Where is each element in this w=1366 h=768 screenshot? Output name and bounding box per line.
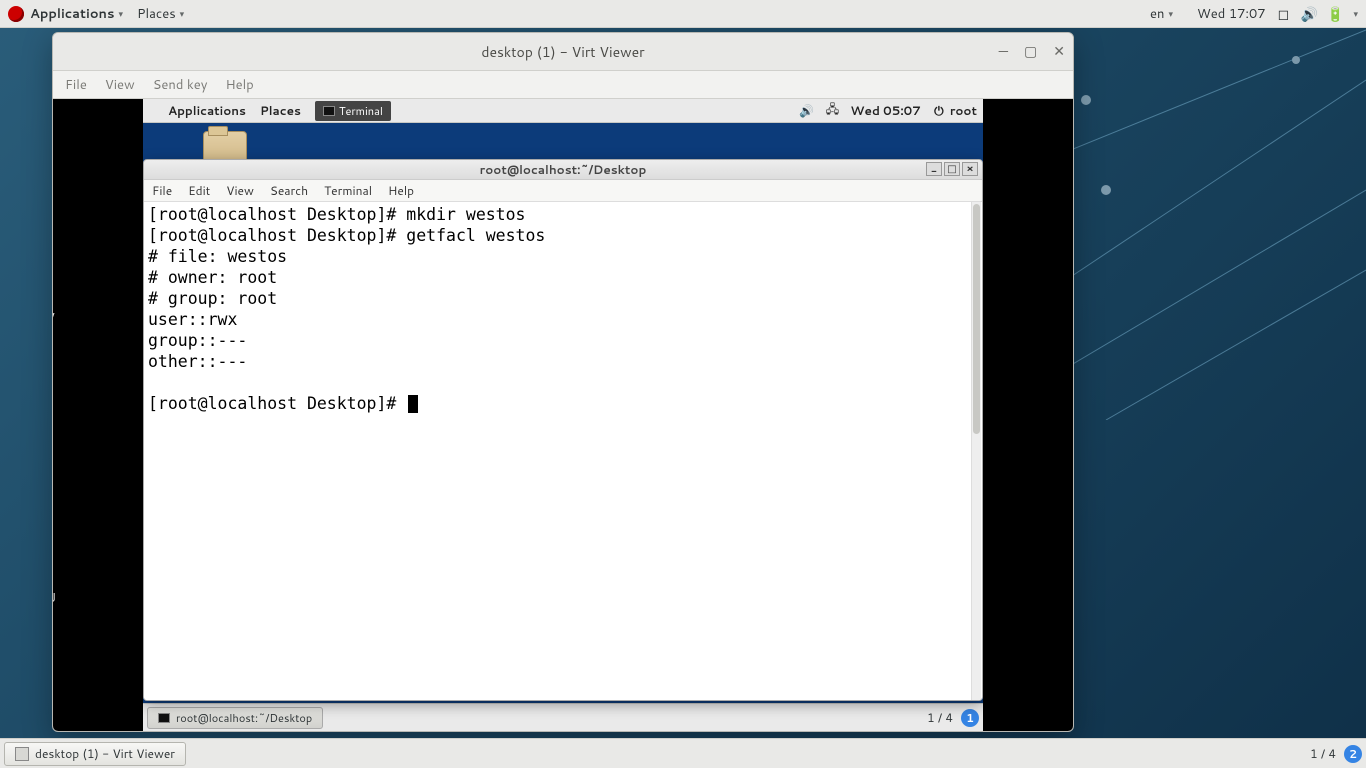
a11y-icon[interactable]: ◻: [1275, 6, 1291, 22]
terminal-menu-help[interactable]: Help: [388, 182, 414, 199]
terminal-menu-file[interactable]: File: [152, 182, 172, 199]
virt-menu-view[interactable]: View: [105, 76, 135, 94]
terminal-title: root@localhost:~/Desktop: [480, 161, 647, 178]
scrollbar-thumb[interactable]: [973, 204, 980, 434]
terminal-icon: [323, 106, 335, 116]
guest-clock[interactable]: Wed 05:07: [850, 102, 920, 119]
terminal-menu-terminal[interactable]: Terminal: [324, 182, 372, 199]
chevron-down-icon: ▾: [1168, 7, 1173, 20]
volume-icon[interactable]: 🔊: [798, 103, 814, 119]
guest-task-label: root@localhost:~/Desktop: [176, 710, 312, 726]
host-lang-indicator[interactable]: en ▾: [1150, 5, 1173, 23]
close-button[interactable]: ✕: [1053, 41, 1065, 61]
chevron-down-icon: ▾: [180, 7, 185, 20]
host-lang-label: en: [1150, 5, 1164, 23]
desktop-abstract-lines: [1046, 20, 1366, 420]
guest-taskbar: root@localhost:~/Desktop 1 / 4 1: [143, 703, 983, 731]
terminal-cursor: [408, 395, 418, 413]
virt-title: desktop (1) - Virt Viewer: [481, 42, 644, 62]
host-workspace-indicator: 1 / 4: [1310, 745, 1336, 762]
power-icon: ⏻: [931, 103, 947, 119]
window-icon: [15, 747, 29, 761]
terminal-menu-search[interactable]: Search: [270, 182, 308, 199]
host-topbar: Applications ▾ Places ▾ en ▾ Wed 17:07 ◻…: [0, 0, 1366, 28]
host-menu-places[interactable]: Places ▾: [137, 5, 184, 23]
host-task-label: desktop (1) - Virt Viewer: [35, 745, 175, 762]
scrollbar[interactable]: [971, 202, 981, 700]
guest-workspace-indicator: 1 / 4: [927, 709, 953, 726]
chevron-down-icon[interactable]: ▾: [1353, 7, 1358, 20]
maximize-button[interactable]: □: [944, 162, 960, 176]
host-task-button[interactable]: desktop (1) - Virt Viewer: [4, 742, 186, 766]
terminal-output: [root@localhost Desktop]# mkdir westos […: [148, 204, 978, 414]
chevron-down-icon: ▾: [118, 7, 123, 20]
guest-task-terminal[interactable]: Terminal: [315, 101, 391, 121]
guest-menu-places[interactable]: Places: [260, 102, 301, 119]
terminal-titlebar[interactable]: root@localhost:~/Desktop _ □ ×: [144, 160, 982, 180]
redhat-icon: [149, 104, 163, 118]
virt-titlebar[interactable]: desktop (1) - Virt Viewer — ▢ ✕: [53, 33, 1073, 71]
virt-menu-help[interactable]: Help: [225, 76, 253, 94]
maximize-button[interactable]: ▢: [1024, 41, 1037, 61]
terminal-icon: [158, 713, 170, 723]
redhat-icon: [8, 6, 24, 22]
virt-menu-file[interactable]: File: [65, 76, 87, 94]
network-icon[interactable]: 🖧: [824, 103, 840, 119]
host-menu-applications[interactable]: Applications ▾: [30, 5, 123, 23]
guest-screen: V U Applications Places Terminal 🔊 🖧 Wed…: [53, 99, 1073, 731]
volume-icon[interactable]: 🔊: [1301, 6, 1317, 22]
clipped-letter-1: V: [52, 309, 55, 327]
minimize-button[interactable]: _: [926, 162, 942, 176]
guest-user-label: root: [950, 102, 977, 119]
host-menu-places-label: Places: [137, 5, 176, 23]
host-menu-applications-label: Applications: [30, 5, 114, 23]
host-workspace-badge[interactable]: 2: [1344, 745, 1362, 763]
terminal-menu-edit[interactable]: Edit: [188, 182, 210, 199]
virt-menu-sendkey[interactable]: Send key: [153, 76, 208, 94]
host-clock[interactable]: Wed 17:07: [1197, 5, 1265, 23]
terminal-window: root@localhost:~/Desktop _ □ × File Edit…: [143, 159, 983, 701]
terminal-menu-view[interactable]: View: [226, 182, 254, 199]
terminal-body[interactable]: [root@localhost Desktop]# mkdir westos […: [144, 202, 982, 700]
guest-workspace-badge[interactable]: 1: [961, 709, 979, 727]
guest-task-terminal-label: Terminal: [339, 103, 383, 119]
terminal-menubar: File Edit View Search Terminal Help: [144, 180, 982, 202]
host-taskbar: desktop (1) - Virt Viewer 1 / 4 2: [0, 738, 1366, 768]
guest-task-button[interactable]: root@localhost:~/Desktop: [147, 707, 323, 729]
guest-menu-applications[interactable]: Applications: [168, 102, 246, 119]
close-button[interactable]: ×: [962, 162, 978, 176]
virt-viewer-window: desktop (1) - Virt Viewer — ▢ ✕ File Vie…: [52, 32, 1074, 732]
guest-topbar: Applications Places Terminal 🔊 🖧 Wed 05:…: [143, 99, 983, 123]
virt-menubar: File View Send key Help: [53, 71, 1073, 99]
minimize-button[interactable]: —: [999, 41, 1008, 61]
clipped-letter-2: U: [52, 589, 56, 607]
guest-user-menu[interactable]: ⏻ root: [931, 102, 977, 119]
battery-icon[interactable]: 🔋: [1327, 6, 1343, 22]
